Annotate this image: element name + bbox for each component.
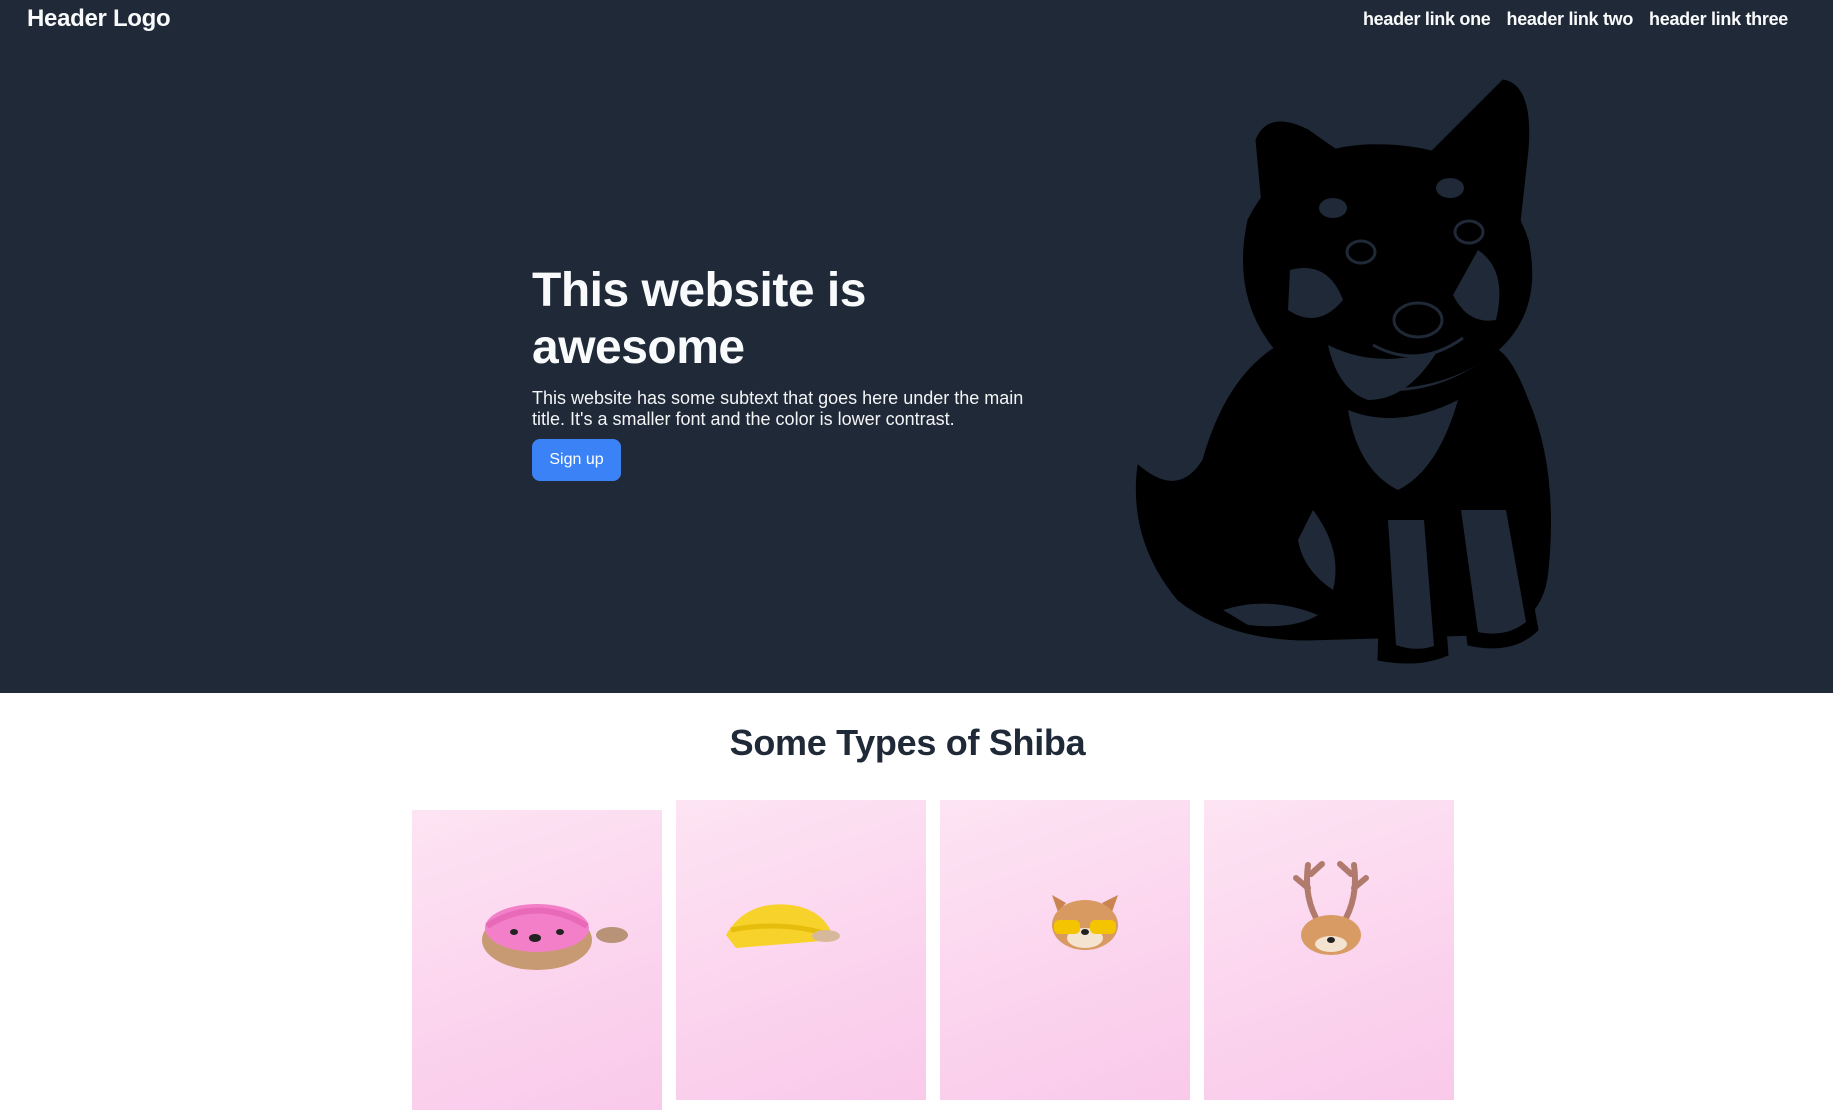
header-link-three[interactable]: header link three xyxy=(1649,9,1788,30)
shiba-pink-cap-image xyxy=(482,904,628,970)
shiba-yellow-beanie-image xyxy=(726,904,840,948)
hero-section: Header Logo header link one header link … xyxy=(0,0,1833,693)
hero-title: This website is awesome xyxy=(532,264,866,374)
header-logo[interactable]: Header Logo xyxy=(27,5,171,33)
shiba-card-4[interactable] xyxy=(1204,800,1454,1100)
header-nav: header link one header link two header l… xyxy=(1363,9,1788,30)
header-link-two[interactable]: header link two xyxy=(1507,9,1634,30)
section-title: Some Types of Shiba xyxy=(729,722,1086,763)
shiba-card-3[interactable] xyxy=(940,800,1190,1100)
header-link-one[interactable]: header link one xyxy=(1363,9,1491,30)
shiba-card-2[interactable] xyxy=(676,800,926,1100)
hero-subtitle: This website has some subtext that goes … xyxy=(532,388,1024,429)
hero-text-block: This website is awesome This website has… xyxy=(532,262,1052,430)
shiba-reindeer-antlers-image xyxy=(1293,861,1369,955)
shiba-card-1[interactable] xyxy=(412,810,662,1110)
shiba-yellow-glasses-image xyxy=(1052,895,1118,950)
shiba-puppy-illustration xyxy=(1135,79,1551,664)
sign-up-button[interactable]: Sign up xyxy=(532,439,621,481)
